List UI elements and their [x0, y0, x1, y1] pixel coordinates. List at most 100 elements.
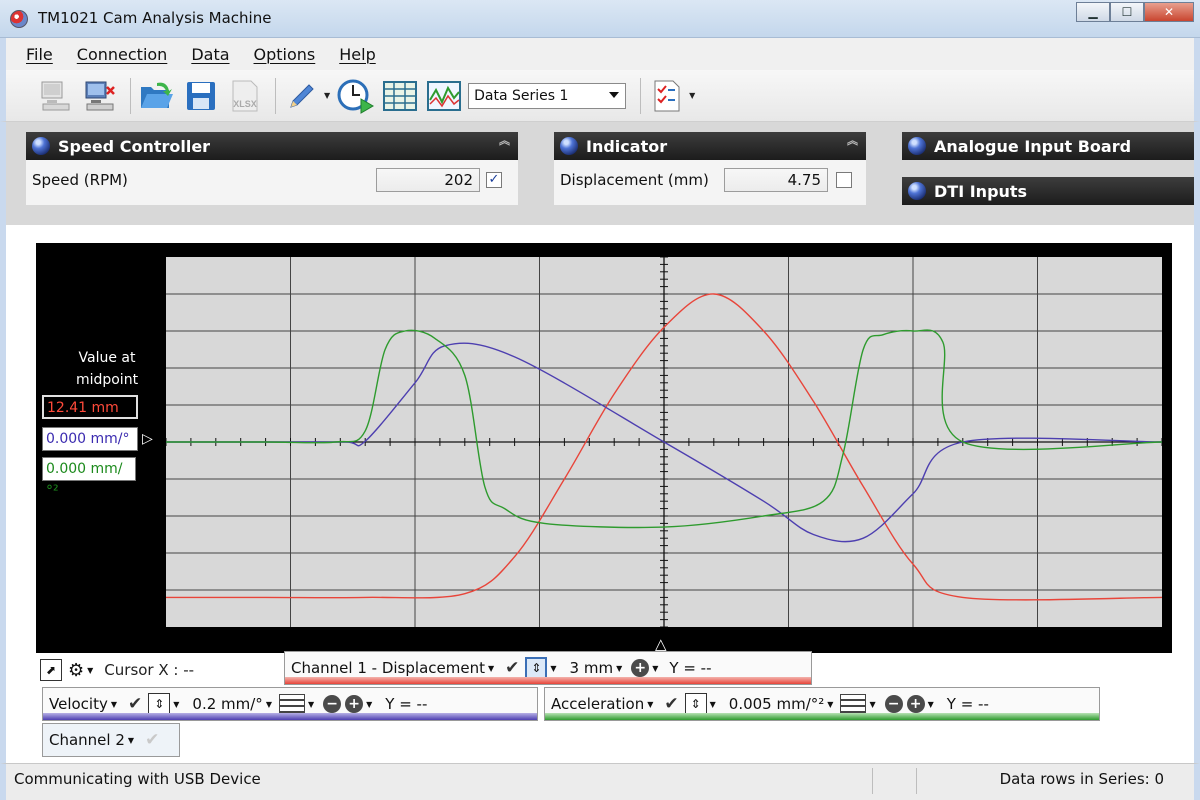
channel1-y-value: Y = --: [669, 659, 712, 677]
minimize-button[interactable]: ▁: [1076, 2, 1110, 22]
channel1-dropdown-icon[interactable]: ▼: [488, 664, 494, 673]
series-select[interactable]: Data Series 1: [468, 82, 627, 109]
velocity-dropdown-icon[interactable]: ▼: [111, 700, 117, 709]
acceleration-visible-check-icon[interactable]: ✔: [664, 694, 678, 714]
velocity-bar: Velocity ▼ ✔ ⇕ ▼ 0.2 mm/° ▼ ▼ − + ▼ Y = …: [42, 687, 538, 721]
disconnect-button[interactable]: [80, 76, 120, 116]
channel2-visible-check-icon[interactable]: ✔: [145, 730, 159, 750]
velocity-scale: 0.2 mm/°: [192, 695, 263, 713]
speed-controller-header[interactable]: Speed Controller ︽: [26, 132, 518, 160]
channel1-scale-dropdown-icon[interactable]: ▼: [616, 664, 622, 673]
zoom-in-icon[interactable]: +: [631, 659, 650, 677]
xlsx-icon-label: XLSX: [233, 99, 257, 109]
pen-icon: [290, 83, 314, 108]
chart-area: Value at midpoint 12.41 mm 0.000 mm/° 0.…: [0, 225, 1200, 763]
timer-button[interactable]: [336, 76, 376, 116]
chart-button[interactable]: [424, 76, 464, 116]
offset-icon[interactable]: [840, 694, 867, 714]
acceleration-dropdown-icon[interactable]: ▼: [647, 700, 653, 709]
checklist-button[interactable]: [647, 76, 687, 116]
midpoint-marker-icon: ▷: [142, 431, 153, 447]
floppy-disk-icon: [187, 81, 215, 110]
acceleration-scale-dropdown-icon[interactable]: ▼: [827, 700, 833, 709]
displacement-value-field[interactable]: 4.75: [724, 168, 828, 192]
velocity-scale-dropdown-icon[interactable]: ▼: [266, 700, 272, 709]
analogue-input-header[interactable]: Analogue Input Board: [902, 132, 1194, 160]
zoom-in-icon[interactable]: +: [906, 695, 925, 713]
displacement-label: Displacement (mm): [560, 171, 709, 189]
velocity-visible-check-icon[interactable]: ✔: [128, 694, 142, 714]
scale-icon[interactable]: ⇕: [148, 693, 171, 715]
zoom-out-icon[interactable]: −: [884, 695, 903, 713]
acceleration-readout: 0.000 mm/°²: [42, 457, 136, 499]
menu-options[interactable]: Options: [254, 45, 316, 64]
plot-area[interactable]: [165, 256, 1163, 628]
channel1-visible-check-icon[interactable]: ✔: [505, 658, 519, 678]
close-button[interactable]: ✕: [1144, 2, 1194, 22]
table-button[interactable]: [380, 76, 420, 116]
speed-value-field[interactable]: 202: [376, 168, 480, 192]
scale-dropdown-icon[interactable]: ▼: [173, 700, 179, 709]
open-button[interactable]: [137, 76, 177, 116]
indicator-header[interactable]: Indicator ︽: [554, 132, 866, 160]
gear-icon[interactable]: ⚙: [68, 660, 84, 681]
channel2-dropdown-icon[interactable]: ▼: [128, 736, 134, 745]
collapse-icon[interactable]: ︽: [847, 135, 858, 146]
velocity-readout: 0.000 mm/°: [42, 427, 138, 451]
pen-button[interactable]: [282, 76, 322, 116]
offset-dropdown-icon[interactable]: ▼: [869, 700, 875, 709]
zoom-dropdown-icon[interactable]: ▼: [928, 700, 934, 709]
cam-chart: [165, 256, 1163, 628]
xlsx-file-icon: XLSX: [232, 80, 258, 111]
window-icon[interactable]: ⬈: [40, 659, 62, 681]
indicator-panel: Indicator ︽ Displacement (mm) 4.75: [554, 132, 866, 205]
scale-icon[interactable]: ⇕: [525, 657, 548, 679]
app-icon: [10, 10, 28, 28]
zoom-out-icon[interactable]: −: [323, 695, 342, 713]
export-xlsx-button[interactable]: XLSX: [225, 76, 265, 116]
scale-dropdown-icon[interactable]: ▼: [550, 664, 556, 673]
oscilloscope-display: Value at midpoint 12.41 mm 0.000 mm/° 0.…: [36, 243, 1172, 653]
clock-play-icon: [337, 79, 375, 114]
chart-tools: ⬈ ⚙ ▼ Cursor X : --: [36, 653, 194, 687]
acceleration-name[interactable]: Acceleration: [551, 695, 644, 713]
midpoint-heading-line1: Value at: [78, 350, 136, 366]
menu-data[interactable]: Data: [191, 45, 229, 64]
pen-dropdown-icon[interactable]: ▼: [324, 91, 330, 100]
channel1-name[interactable]: Channel 1 - Displacement: [291, 659, 485, 677]
status-divider: [872, 768, 873, 794]
menu-bar: File Connection Data Options Help: [0, 38, 1200, 70]
connect-button[interactable]: [36, 76, 76, 116]
computer-icon: [41, 81, 70, 110]
analogue-input-title: Analogue Input Board: [934, 136, 1132, 156]
menu-connection[interactable]: Connection: [77, 45, 168, 64]
offset-icon[interactable]: [278, 694, 305, 714]
toolbar-separator: [275, 77, 276, 114]
zoom-in-icon[interactable]: +: [345, 695, 364, 713]
maximize-button[interactable]: ☐: [1110, 2, 1144, 22]
zoom-dropdown-icon[interactable]: ▼: [366, 700, 372, 709]
menu-file[interactable]: File: [26, 45, 53, 64]
status-orb-icon: [32, 137, 50, 155]
scale-dropdown-icon[interactable]: ▼: [710, 700, 716, 709]
scale-icon[interactable]: ⇕: [684, 693, 707, 715]
chevron-down-icon: [609, 91, 620, 98]
checklist-dropdown-icon[interactable]: ▼: [689, 91, 695, 100]
zoom-dropdown-icon[interactable]: ▼: [652, 664, 658, 673]
dti-inputs-header[interactable]: DTI Inputs: [902, 177, 1194, 205]
velocity-name[interactable]: Velocity: [49, 695, 108, 713]
channel1-bar: Channel 1 - Displacement ▼ ✔ ⇕ ▼ 3 mm ▼ …: [284, 651, 812, 685]
speed-enable-checkbox[interactable]: ✓: [486, 172, 502, 188]
offset-dropdown-icon[interactable]: ▼: [308, 700, 314, 709]
collapse-icon[interactable]: ︽: [499, 135, 510, 146]
status-orb-icon: [908, 137, 926, 155]
acceleration-color-strip: [545, 713, 1099, 720]
cursor-x-label: Cursor X : --: [104, 661, 195, 679]
velocity-y-value: Y = --: [385, 695, 428, 713]
displacement-enable-checkbox[interactable]: [836, 172, 852, 188]
gear-dropdown-icon[interactable]: ▼: [87, 666, 93, 675]
channel2-name[interactable]: Channel 2: [49, 731, 125, 749]
speed-controller-body: Speed (RPM) 202 ✓: [26, 160, 518, 200]
menu-help[interactable]: Help: [339, 45, 375, 64]
save-button[interactable]: [181, 76, 221, 116]
